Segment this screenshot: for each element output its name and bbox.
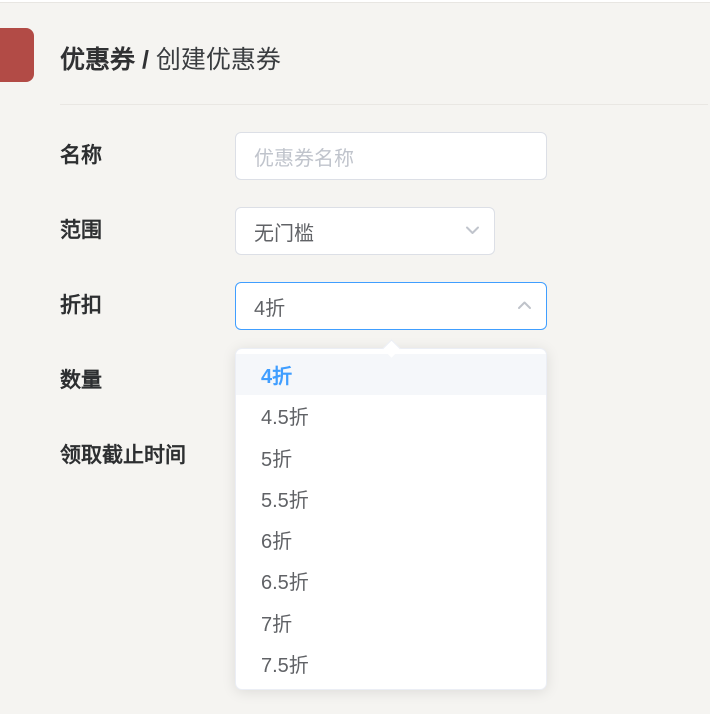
form-row-range: 范围 无门槛 (60, 207, 547, 255)
dropdown-option[interactable]: 5折 (236, 437, 546, 478)
dropdown-option[interactable]: 4折 (236, 354, 546, 395)
discount-select[interactable]: 4折 (235, 282, 547, 330)
range-select[interactable]: 无门槛 (235, 207, 495, 255)
form-row-discount: 折扣 4折 (60, 282, 547, 330)
top-border-line (0, 2, 710, 3)
breadcrumb-current: 创建优惠券 (156, 46, 281, 74)
dropdown-option[interactable]: 6折 (236, 519, 546, 560)
quantity-label: 数量 (60, 357, 235, 405)
dropdown-option[interactable]: 5.5折 (236, 478, 546, 519)
sidebar-red-tab[interactable] (0, 28, 34, 82)
deadline-label: 领取截止时间 (60, 432, 235, 480)
coupon-name-input[interactable]: 优惠券名称 (235, 132, 547, 180)
form-row-name: 名称 优惠券名称 (60, 132, 547, 180)
chevron-up-icon (517, 301, 532, 310)
dropdown-option[interactable]: 7折 (236, 602, 546, 643)
header-divider (60, 104, 708, 105)
breadcrumb: 优惠券 / 创建优惠券 (60, 40, 281, 76)
discount-dropdown-panel: 4折 4.5折 5折 5.5折 6折 6.5折 7折 7.5折 (235, 348, 547, 690)
coupon-name-placeholder: 优惠券名称 (254, 142, 354, 171)
dropdown-option[interactable]: 7.5折 (236, 643, 546, 684)
breadcrumb-section[interactable]: 优惠券 / (60, 46, 149, 74)
dropdown-option[interactable]: 4.5折 (236, 395, 546, 436)
range-select-value: 无门槛 (254, 217, 314, 246)
chevron-down-icon (465, 226, 480, 235)
discount-label: 折扣 (60, 282, 235, 330)
discount-option-list: 4折 4.5折 5折 5.5折 6折 6.5折 7折 7.5折 (236, 349, 546, 689)
create-coupon-page: 优惠券 / 创建优惠券 名称 优惠券名称 范围 无门槛 折扣 4折 (0, 0, 710, 714)
discount-select-value: 4折 (254, 292, 285, 321)
name-label: 名称 (60, 132, 235, 180)
range-label: 范围 (60, 207, 235, 255)
dropdown-option[interactable]: 6.5折 (236, 560, 546, 601)
